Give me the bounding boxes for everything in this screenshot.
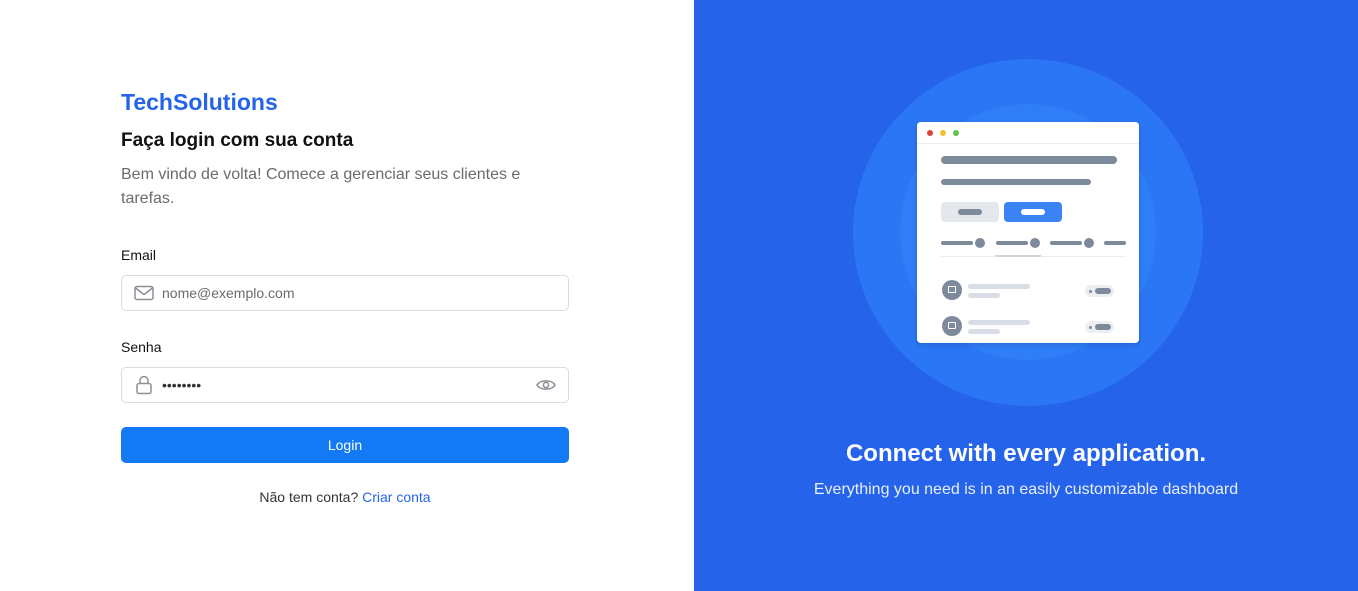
password-field[interactable] bbox=[162, 368, 535, 402]
placeholder-dot bbox=[975, 238, 985, 248]
mock-button-secondary bbox=[941, 202, 999, 222]
placeholder-line bbox=[1095, 324, 1111, 330]
login-panel: TechSolutions Faça login com sua conta B… bbox=[0, 0, 694, 591]
placeholder-line bbox=[1104, 241, 1126, 245]
lock-icon bbox=[134, 375, 154, 395]
hero-panel: Connect with every application. Everythi… bbox=[694, 0, 1358, 591]
placeholder-line bbox=[968, 284, 1030, 289]
placeholder-line bbox=[968, 329, 1000, 334]
email-field[interactable] bbox=[162, 276, 568, 310]
maximize-dot-icon bbox=[953, 130, 959, 136]
placeholder-line bbox=[1050, 241, 1082, 245]
create-account-link[interactable]: Criar conta bbox=[362, 489, 430, 505]
placeholder-line bbox=[941, 241, 973, 245]
placeholder-line bbox=[941, 156, 1117, 164]
placeholder-line bbox=[941, 179, 1091, 185]
avatar-icon bbox=[942, 280, 962, 300]
signup-prompt: Não tem conta? Criar conta bbox=[121, 489, 569, 505]
dashboard-illustration bbox=[917, 122, 1139, 343]
placeholder-line bbox=[996, 241, 1028, 245]
hero-subtitle: Everything you need is in an easily cust… bbox=[813, 481, 1239, 498]
login-button[interactable]: Login bbox=[121, 427, 569, 463]
placeholder-line bbox=[1095, 288, 1111, 294]
placeholder-dot bbox=[1089, 290, 1092, 293]
placeholder-line bbox=[1021, 209, 1045, 215]
placeholder-badge bbox=[1085, 321, 1114, 333]
placeholder-line bbox=[968, 293, 1000, 298]
password-field-wrapper bbox=[121, 367, 569, 403]
page-subtitle: Bem vindo de volta! Comece a gerenciar s… bbox=[121, 166, 521, 207]
mail-icon bbox=[134, 283, 154, 303]
close-dot-icon bbox=[927, 130, 933, 136]
eye-icon[interactable] bbox=[535, 374, 557, 396]
password-label: Senha bbox=[121, 339, 162, 355]
email-field-wrapper bbox=[121, 275, 569, 311]
avatar-icon bbox=[942, 316, 962, 336]
page-title: Faça login com sua conta bbox=[121, 130, 354, 151]
minimize-dot-icon bbox=[940, 130, 946, 136]
placeholder-dot bbox=[1089, 326, 1092, 329]
placeholder-dot bbox=[1084, 238, 1094, 248]
active-tab-indicator bbox=[995, 255, 1041, 257]
email-label: Email bbox=[121, 247, 157, 263]
hero-title: Connect with every application. bbox=[845, 440, 1207, 467]
placeholder-badge bbox=[1085, 285, 1114, 297]
brand-logo: TechSolutions bbox=[121, 89, 278, 115]
window-titlebar bbox=[917, 122, 1139, 144]
placeholder-line bbox=[968, 320, 1030, 325]
mock-button-primary bbox=[1004, 202, 1062, 222]
placeholder-line bbox=[958, 209, 982, 215]
signup-text: Não tem conta? bbox=[259, 489, 359, 505]
placeholder-dot bbox=[1030, 238, 1040, 248]
